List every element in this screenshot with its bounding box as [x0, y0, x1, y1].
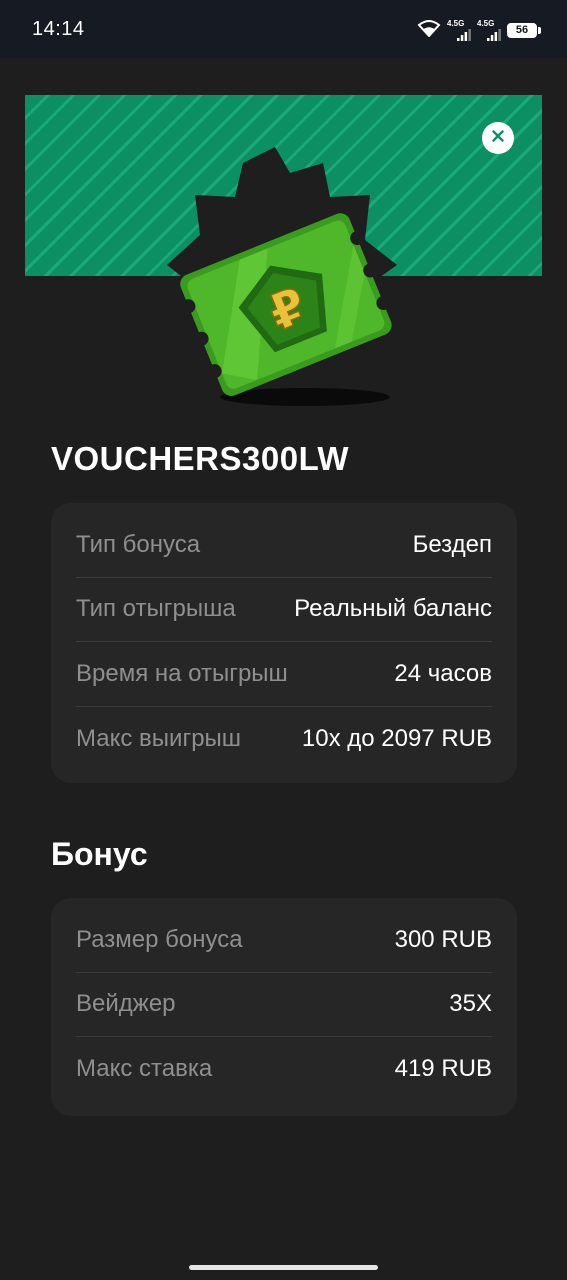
wifi-icon	[417, 19, 441, 42]
row-value: Бездеп	[412, 530, 492, 558]
row-label: Тип бонуса	[76, 530, 201, 558]
ruble-voucher-icon: ₽	[167, 147, 397, 406]
bonus-details-card: Размер бонуса 300 RUB Вейджер 35X Макс с…	[51, 898, 517, 1116]
battery-level: 56	[515, 24, 529, 36]
signal-icon: 4.5G	[447, 19, 471, 41]
promo-code-title: VOUCHERS300LW	[51, 440, 350, 477]
row-value: Реальный баланс	[294, 595, 492, 623]
bonus-row-wager: Вейджер 35X	[76, 973, 492, 1037]
home-indicator[interactable]	[189, 1265, 378, 1270]
row-value: 24 часов	[394, 659, 492, 687]
row-value: 10x до 2097 RUB	[301, 724, 492, 752]
info-row-wager-type: Тип отыгрыша Реальный баланс	[76, 578, 492, 642]
status-icons: 4.5G 4.5G 56	[417, 19, 541, 42]
network-type-1: 4.5G	[447, 19, 465, 28]
row-value: 419 RUB	[394, 1055, 492, 1083]
bonus-section-title: Бонус	[51, 836, 148, 872]
row-label: Вейджер	[76, 990, 176, 1018]
bonus-row-size: Размер бонуса 300 RUB	[76, 908, 492, 973]
row-label: Макс ставка	[76, 1055, 213, 1083]
close-icon	[492, 129, 504, 147]
signal-icon-2: 4.5G	[477, 19, 501, 41]
row-value: 300 RUB	[394, 925, 492, 953]
bonus-row-max-bet: Макс ставка 419 RUB	[76, 1037, 492, 1102]
row-label: Макс выигрыш	[76, 724, 242, 752]
close-button[interactable]	[482, 122, 514, 154]
battery-icon: 56	[507, 22, 541, 38]
row-label: Тип отыгрыша	[76, 595, 236, 623]
info-row-max-win: Макс выигрыш 10x до 2097 RUB	[76, 707, 492, 772]
info-row-wager-time: Время на отыгрыш 24 часов	[76, 642, 492, 707]
row-value: 35X	[449, 990, 492, 1018]
row-label: Время на отыгрыш	[76, 659, 288, 687]
status-time: 14:14	[32, 18, 85, 40]
info-row-bonus-type: Тип бонуса Бездеп	[76, 513, 492, 578]
network-type-2: 4.5G	[477, 19, 495, 28]
bonus-info-card: Тип бонуса Бездеп Тип отыгрыша Реальный …	[51, 503, 517, 783]
status-bar: 14:14 4.5G 4.5G 56	[0, 0, 567, 58]
row-label: Размер бонуса	[76, 925, 243, 953]
